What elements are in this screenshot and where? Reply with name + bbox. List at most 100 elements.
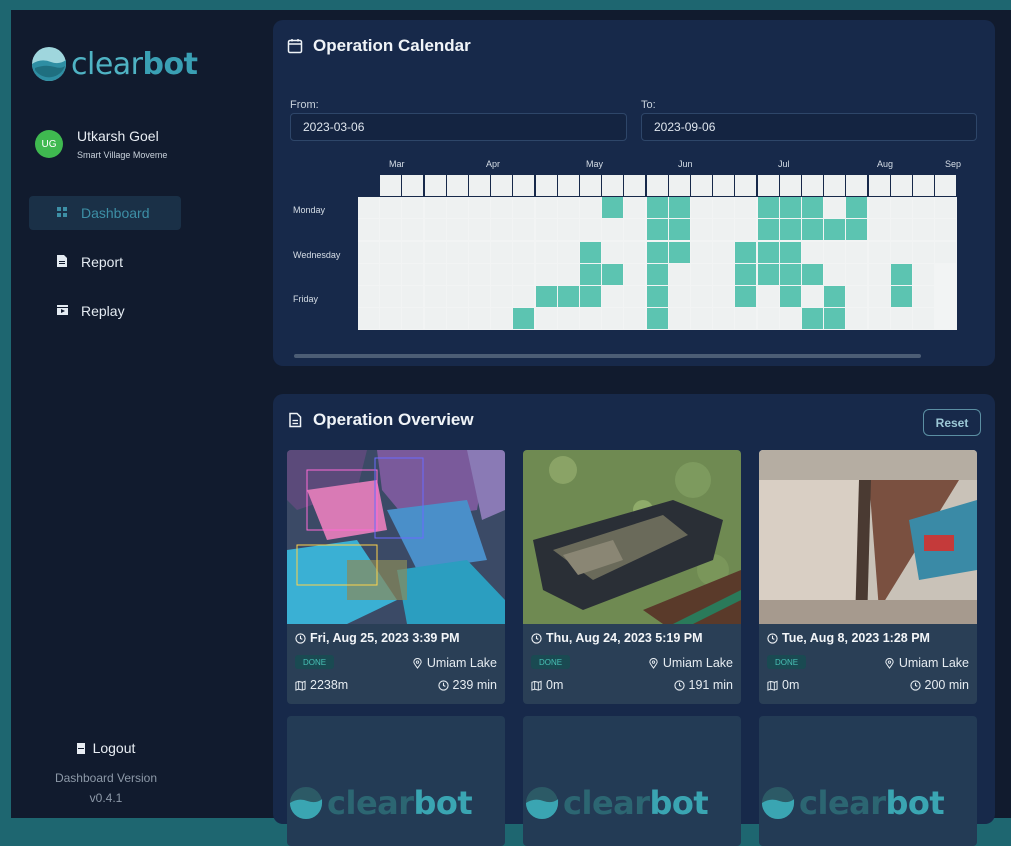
heatmap-cell-active[interactable] (802, 308, 823, 330)
heatmap-cell-active[interactable] (779, 286, 801, 307)
heatmap-cell[interactable] (913, 175, 934, 196)
heatmap-cell[interactable] (535, 241, 557, 263)
heatmap-cell[interactable] (713, 175, 735, 196)
heatmap-cell[interactable] (846, 308, 868, 330)
heatmap-cell-active[interactable] (668, 197, 690, 219)
sidebar-item-replay[interactable]: Replay (29, 294, 181, 328)
heatmap-cell[interactable] (535, 175, 557, 196)
heatmap-cell[interactable] (713, 197, 735, 219)
heatmap-cell[interactable] (602, 286, 624, 307)
heatmap-cell-active[interactable] (735, 286, 757, 307)
heatmap-cell[interactable] (469, 219, 490, 241)
heatmap-cell[interactable] (824, 175, 846, 196)
heatmap-cell[interactable] (779, 308, 801, 330)
heatmap-cell[interactable] (402, 286, 424, 307)
heatmap-cell[interactable] (713, 219, 735, 241)
heatmap-cell[interactable] (358, 197, 379, 219)
heatmap-cell-active[interactable] (735, 263, 757, 285)
heatmap-cell[interactable] (624, 197, 646, 219)
heatmap-cell[interactable] (424, 241, 446, 263)
heatmap-cell[interactable] (358, 219, 379, 241)
heatmap-cell[interactable] (802, 241, 823, 263)
heatmap-cell[interactable] (535, 308, 557, 330)
heatmap-cell-active[interactable] (824, 286, 846, 307)
heatmap-cell-active[interactable] (846, 197, 868, 219)
heatmap-cell-active[interactable] (779, 263, 801, 285)
heatmap-cell[interactable] (935, 175, 957, 196)
heatmap-cell[interactable] (868, 197, 890, 219)
heatmap-cell-active[interactable] (890, 286, 912, 307)
operation-card[interactable]: Fri, Aug 25, 2023 3:39 PM DONE Umiam Lak… (287, 450, 505, 704)
heatmap-cell[interactable] (713, 241, 735, 263)
heatmap-cell-active[interactable] (535, 286, 557, 307)
heatmap-cell-active[interactable] (668, 219, 690, 241)
heatmap-cell[interactable] (358, 263, 379, 285)
heatmap-cell[interactable] (913, 219, 934, 241)
heatmap-cell[interactable] (402, 219, 424, 241)
heatmap-cell[interactable] (424, 197, 446, 219)
heatmap-cell[interactable] (691, 175, 712, 196)
heatmap-cell[interactable] (802, 175, 823, 196)
heatmap-cell[interactable] (913, 286, 934, 307)
heatmap-cell[interactable] (757, 175, 779, 196)
heatmap-cell[interactable] (380, 241, 402, 263)
heatmap-cell-active[interactable] (602, 263, 624, 285)
heatmap-cell[interactable] (668, 175, 690, 196)
heatmap-cell[interactable] (424, 286, 446, 307)
heatmap-cell[interactable] (424, 219, 446, 241)
to-date-input[interactable]: 2023-09-06 (641, 113, 977, 141)
heatmap-cell[interactable] (846, 175, 868, 196)
heatmap-cell[interactable] (557, 175, 579, 196)
heatmap-cell-active[interactable] (779, 241, 801, 263)
heatmap-cell[interactable] (646, 175, 668, 196)
operation-card[interactable]: Tue, Aug 8, 2023 1:28 PM DONE Umiam Lake… (759, 450, 977, 704)
heatmap-cell[interactable] (868, 175, 890, 196)
heatmap-cell[interactable] (557, 241, 579, 263)
heatmap-cell[interactable] (757, 286, 779, 307)
heatmap-cell[interactable] (491, 263, 513, 285)
reset-button[interactable]: Reset (923, 409, 981, 436)
heatmap-cell[interactable] (868, 241, 890, 263)
heatmap-cell[interactable] (380, 286, 402, 307)
heatmap-cell[interactable] (491, 175, 513, 196)
heatmap-cell[interactable] (691, 308, 712, 330)
heatmap-cell[interactable] (380, 263, 402, 285)
heatmap-cell[interactable] (846, 286, 868, 307)
calendar-scrollbar[interactable] (294, 354, 921, 358)
heatmap-cell[interactable] (624, 286, 646, 307)
heatmap-cell-active[interactable] (802, 263, 823, 285)
heatmap-cell[interactable] (735, 197, 757, 219)
heatmap-cell[interactable] (668, 263, 690, 285)
heatmap-cell-active[interactable] (757, 241, 779, 263)
sidebar-item-report[interactable]: Report (29, 245, 181, 279)
heatmap-cell[interactable] (890, 197, 912, 219)
heatmap-cell[interactable] (913, 308, 934, 330)
heatmap-cell[interactable] (846, 263, 868, 285)
heatmap-cell[interactable] (691, 219, 712, 241)
heatmap-cell[interactable] (935, 197, 957, 219)
heatmap-cell[interactable] (402, 241, 424, 263)
heatmap-cell[interactable] (602, 308, 624, 330)
heatmap-cell-active[interactable] (757, 197, 779, 219)
heatmap-cell[interactable] (913, 241, 934, 263)
heatmap-cell[interactable] (402, 263, 424, 285)
heatmap-cell[interactable] (735, 175, 757, 196)
heatmap-cell[interactable] (535, 263, 557, 285)
heatmap-cell-active[interactable] (513, 308, 535, 330)
heatmap-cell[interactable] (491, 308, 513, 330)
heatmap-cell[interactable] (469, 286, 490, 307)
heatmap-cell[interactable] (446, 286, 468, 307)
heatmap-cell-active[interactable] (802, 197, 823, 219)
heatmap-cell[interactable] (535, 197, 557, 219)
heatmap-cell[interactable] (935, 241, 957, 263)
heatmap-cell[interactable] (557, 219, 579, 241)
heatmap-cell-active[interactable] (846, 219, 868, 241)
heatmap-cell[interactable] (446, 263, 468, 285)
heatmap-cell[interactable] (824, 263, 846, 285)
heatmap-cell[interactable] (691, 263, 712, 285)
heatmap-cell[interactable] (868, 286, 890, 307)
heatmap-cell[interactable] (424, 308, 446, 330)
heatmap-cell[interactable] (691, 286, 712, 307)
heatmap-cell[interactable] (513, 219, 535, 241)
heatmap-cell-active[interactable] (824, 219, 846, 241)
